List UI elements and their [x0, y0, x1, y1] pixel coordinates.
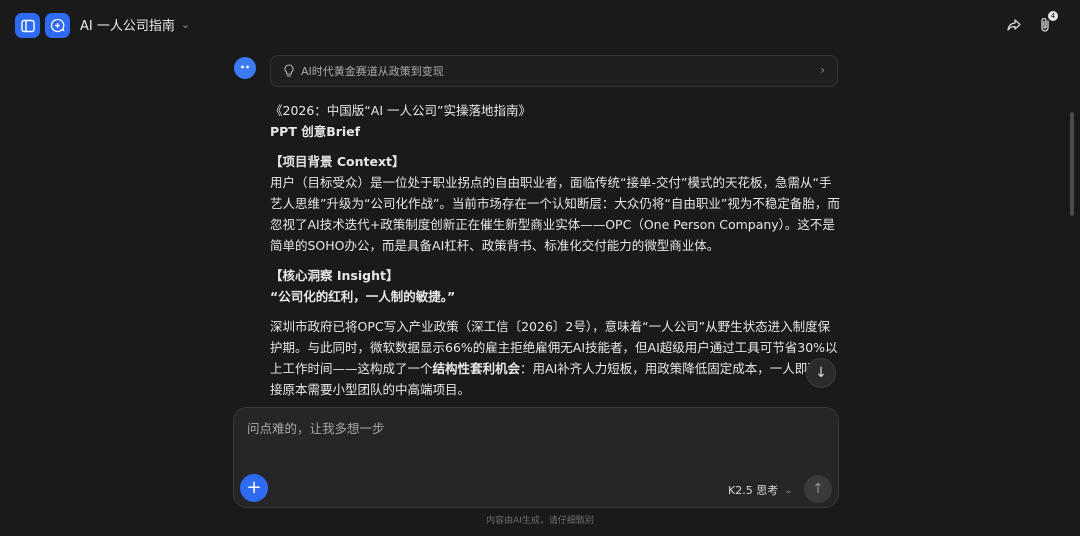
new-chat-icon	[50, 18, 65, 33]
top-bar: AI 一人公司指南 ⌄ 4	[0, 0, 1080, 50]
section-heading-context: 【项目背景 Context】	[270, 154, 405, 169]
plus-icon: +	[246, 477, 262, 498]
chevron-right-icon: ›	[820, 63, 825, 77]
ai-disclaimer: 内容由AI生成，请仔细甄别	[486, 516, 594, 526]
share-icon	[1007, 19, 1021, 31]
smile-face-icon	[241, 65, 249, 69]
chevron-down-icon: ⌄	[784, 484, 793, 496]
doc-subtitle: PPT 创意Brief	[270, 124, 361, 139]
conversation-title[interactable]: AI 一人公司指南 ⌄	[80, 15, 190, 34]
message-input-placeholder[interactable]: 问点难的，让我多想一步	[247, 418, 385, 437]
section-heading-insight: 【核心洞察 Insight】	[270, 268, 399, 283]
arrow-down-icon: ↓	[815, 365, 827, 381]
assistant-avatar	[234, 57, 256, 79]
thinking-summary-panel[interactable]: AI时代黄金赛道从政策到变现 ›	[270, 55, 838, 87]
attachment-count-badge: 4	[1048, 11, 1058, 21]
sidebar-toggle-button[interactable]	[15, 13, 40, 38]
arrow-up-icon: ↑	[812, 481, 824, 497]
section-body-context: 用户（目标受众）是一位处于职业拐点的自由职业者，面临传统“接单-交付”模式的天花…	[270, 175, 840, 253]
insight-quote: “公司化的红利，一人制的敏捷。”	[270, 289, 456, 304]
scroll-to-bottom-button[interactable]: ↓	[806, 358, 836, 388]
model-selector[interactable]: K2.5 思考 ⌄	[728, 482, 793, 498]
attachments-button[interactable]: 4	[1034, 11, 1058, 36]
section-body-policy: 深圳市政府已将OPC写入产业政策（深工信〔2026〕2号），意味着“一人公司”从…	[270, 316, 842, 400]
scrollbar-thumb[interactable]	[1070, 112, 1074, 216]
new-chat-button[interactable]	[45, 13, 70, 38]
assistant-message: 《2026：中国版“AI 一人公司”实操落地指南》 PPT 创意Brief 【项…	[270, 100, 842, 406]
model-selector-label: K2.5 思考	[728, 484, 779, 497]
chevron-down-icon: ⌄	[180, 18, 191, 31]
add-attachment-button[interactable]: +	[240, 474, 268, 502]
conversation-title-text: AI 一人公司指南	[80, 19, 175, 34]
sidebar-icon	[20, 19, 35, 32]
share-button[interactable]	[1003, 14, 1025, 36]
doc-title: 《2026：中国版“AI 一人公司”实操落地指南》	[270, 103, 531, 118]
lightbulb-icon	[284, 64, 294, 77]
thinking-summary-label: AI时代黄金赛道从政策到变现	[301, 65, 444, 78]
send-button[interactable]: ↑	[804, 475, 832, 503]
policy-text-bold: 结构性套利机会	[432, 361, 521, 376]
message-composer[interactable]: 问点难的，让我多想一步 + K2.5 思考 ⌄ ↑	[233, 407, 839, 508]
